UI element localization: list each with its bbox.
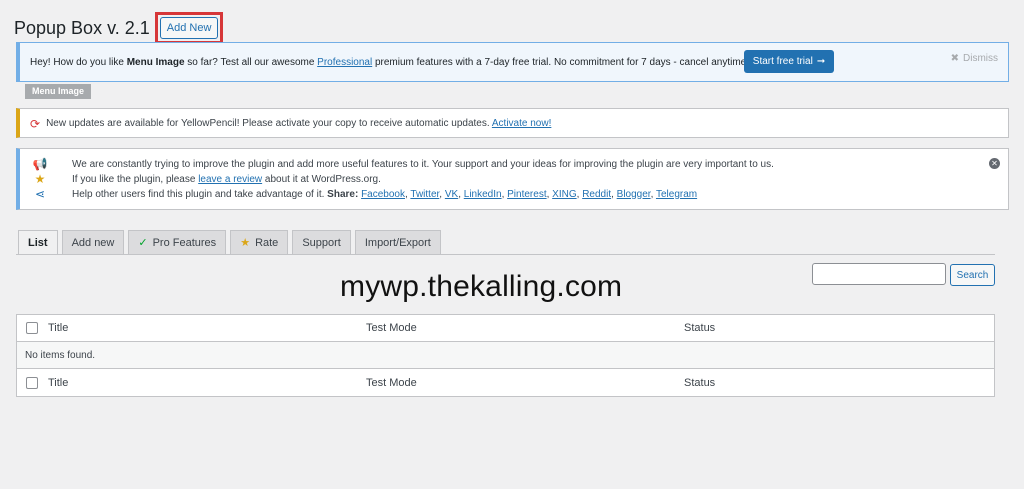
share-link-reddit[interactable]: Reddit <box>582 189 611 200</box>
trial-message: Hey! How do you like Menu Image so far? … <box>30 57 749 68</box>
info-text: about it at WordPress.org. <box>262 173 381 185</box>
share-link-twitter[interactable]: Twitter <box>410 189 439 200</box>
table-footer-row: Title Test Mode Status <box>17 369 994 396</box>
update-notice: ⟳ New updates are available for YellowPe… <box>16 108 1009 138</box>
tab-pro-features[interactable]: ✓ Pro Features <box>128 230 227 255</box>
tab-label: List <box>28 236 48 249</box>
trial-text: Hey! How do you like <box>30 57 127 68</box>
page-title: Popup Box v. 2.1 <box>14 17 150 38</box>
column-status: Status <box>684 322 716 334</box>
page-header: Popup Box v. 2.1 Add New <box>14 12 224 44</box>
empty-row: No items found. <box>17 342 994 369</box>
tab-import-export[interactable]: Import/Export <box>354 230 441 255</box>
trial-text: so far? Test all our awesome <box>184 57 318 68</box>
tab-support[interactable]: Support <box>292 230 351 255</box>
add-new-highlight: Add New <box>154 12 224 44</box>
close-icon[interactable]: ✕ <box>989 158 1000 169</box>
column-title-footer[interactable]: Title <box>48 377 68 389</box>
update-text: New updates are available for YellowPenc… <box>46 118 490 129</box>
tab-label: Pro Features <box>152 236 217 249</box>
info-text: If you like the plugin, please <box>72 173 199 185</box>
tab-bar: List Add new ✓ Pro Features ★ Rate Support Impo… <box>18 230 441 255</box>
info-line: 📢 We are constantly trying to improve th… <box>30 157 774 171</box>
tab-label: Rate <box>255 236 279 249</box>
search-input[interactable] <box>812 263 946 285</box>
add-new-button[interactable]: Add New <box>159 17 219 39</box>
share-link-xing[interactable]: XING <box>552 189 576 200</box>
trial-button-label: Start free trial <box>752 56 813 67</box>
check-icon: ✓ <box>138 237 148 249</box>
column-status-footer: Status <box>684 376 716 389</box>
star-icon: ★ <box>34 172 46 186</box>
professional-link[interactable]: Professional <box>317 57 372 68</box>
info-text: Help other users find this plugin and ta… <box>72 188 328 200</box>
tab-label: Import/Export <box>364 236 431 249</box>
trial-product: Menu Image <box>126 57 185 68</box>
select-all-checkbox-footer[interactable] <box>26 376 38 389</box>
tab-add-new[interactable]: Add new <box>61 230 125 255</box>
tab-list[interactable]: List <box>18 230 58 255</box>
items-table: Title Test Mode Status No items found. T… <box>16 314 995 397</box>
share-link-telegram[interactable]: Telegram <box>656 189 697 200</box>
info-line: ⋖ Help other users find this plugin and … <box>30 187 697 201</box>
tab-label: Add new <box>71 236 115 249</box>
column-title[interactable]: Title <box>48 322 68 334</box>
tab-rate[interactable]: ★ Rate <box>230 230 289 255</box>
column-test-mode: Test Mode <box>366 322 417 334</box>
share-icon: ⋖ <box>34 187 46 201</box>
search-button[interactable]: Search <box>950 264 995 286</box>
start-free-trial-button[interactable]: Start free trial ➞ <box>744 50 834 73</box>
watermark-text: mywp.thekalling.com <box>340 270 623 303</box>
close-icon: ✖ <box>950 53 959 64</box>
share-link-linkedin[interactable]: LinkedIn <box>464 189 502 200</box>
trial-notice: Hey! How do you like Menu Image so far? … <box>16 42 1009 82</box>
dismiss-label: Dismiss <box>963 53 998 64</box>
menu-image-tag: Menu Image <box>25 84 92 99</box>
select-all-checkbox[interactable] <box>26 322 38 334</box>
megaphone-icon: 📢 <box>32 157 48 171</box>
share-link-facebook[interactable]: Facebook <box>361 189 405 200</box>
no-items-text: No items found. <box>25 349 96 361</box>
table-header-row: Title Test Mode Status <box>17 315 994 342</box>
arrow-right-icon: ➞ <box>816 56 826 67</box>
share-link-pinterest[interactable]: Pinterest <box>507 189 546 200</box>
share-label: Share: <box>327 188 359 200</box>
share-link-vk[interactable]: VK <box>445 189 458 200</box>
leave-review-link[interactable]: leave a review <box>198 174 262 185</box>
info-text: We are constantly trying to improve the … <box>72 158 774 170</box>
info-notice: 📢 We are constantly trying to improve th… <box>16 148 1009 210</box>
column-test-mode-footer: Test Mode <box>366 376 417 389</box>
tab-divider <box>16 254 995 255</box>
dismiss-button[interactable]: ✖ Dismiss <box>951 53 998 64</box>
trial-text: premium features with a 7-day free trial… <box>372 57 750 68</box>
tab-label: Support <box>302 236 341 249</box>
refresh-icon: ⟳ <box>30 116 41 131</box>
info-line: ★ If you like the plugin, please leave a… <box>30 172 381 186</box>
star-icon: ★ <box>240 237 251 249</box>
share-link-blogger[interactable]: Blogger <box>617 189 651 200</box>
activate-now-link[interactable]: Activate now! <box>492 118 551 129</box>
